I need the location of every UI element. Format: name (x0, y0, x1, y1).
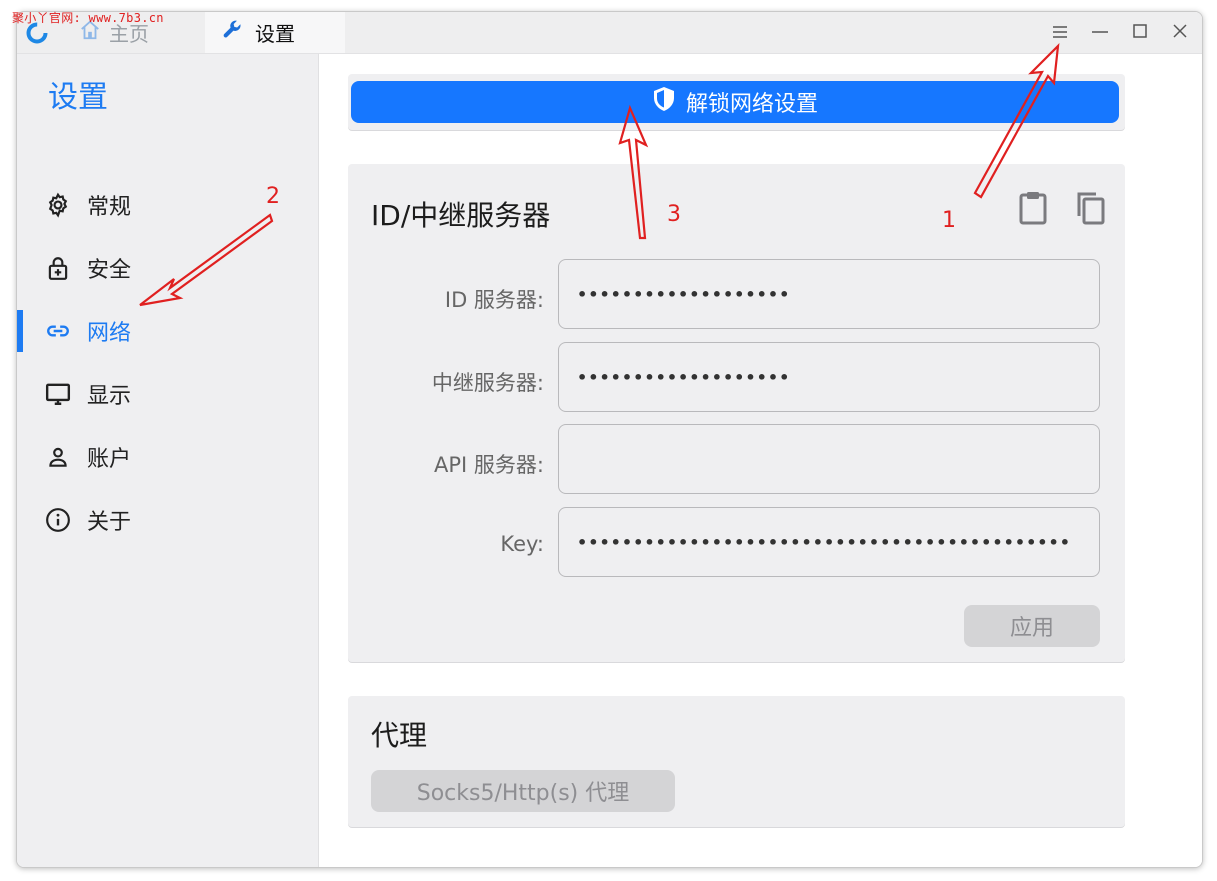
wrench-icon (221, 17, 247, 48)
sidebar-item-label: 网络 (87, 321, 132, 346)
server-card: ID/中继服务器 ID 服务器: ••••••••••••••••••• 中继服… (348, 164, 1125, 662)
annotation-label-3: 3 (667, 202, 681, 227)
relay-server-label: 中继服务器: (431, 371, 544, 395)
id-server-input[interactable]: ••••••••••••••••••• (558, 259, 1100, 329)
shield-icon (652, 86, 676, 118)
api-server-input[interactable] (558, 424, 1100, 494)
sidebar: 设置 常规 安全 网络 显示 账户 关于 (17, 54, 319, 867)
monitor-icon (45, 381, 71, 407)
sidebar-item-label: 显示 (87, 384, 132, 409)
menu-icon (1051, 24, 1069, 43)
link-icon (45, 318, 71, 344)
unlock-label: 解锁网络设置 (685, 92, 818, 117)
minimize-icon (1091, 24, 1109, 43)
minimize-button[interactable] (1087, 20, 1113, 46)
sidebar-item-account[interactable]: 账户 (17, 432, 318, 482)
close-icon (1172, 23, 1188, 43)
sidebar-item-about[interactable]: 关于 (17, 495, 318, 545)
annotation-label-1: 1 (942, 208, 956, 233)
app-window: 主页 设置 设置 常规 安全 网络 显示 账户 关于 解锁网络设置 ID/中继服… (16, 11, 1203, 868)
clipboard-icon[interactable] (1017, 190, 1049, 226)
maximize-icon (1132, 23, 1148, 43)
sidebar-item-label: 关于 (87, 510, 132, 535)
sidebar-item-label: 安全 (87, 258, 132, 283)
socks5-proxy-button[interactable]: Socks5/Http(s) 代理 (371, 770, 675, 812)
key-input[interactable]: ••••••••••••••••••••••••••••••••••••••••… (558, 507, 1100, 577)
unlock-network-settings-button[interactable]: 解锁网络设置 (351, 81, 1119, 123)
apply-button[interactable]: 应用 (964, 605, 1100, 647)
watermark-text: 聚小丫官网: www.7b3.cn (12, 11, 164, 25)
lock-icon (45, 255, 71, 281)
tab-settings[interactable]: 设置 (205, 12, 345, 53)
id-server-label: ID 服务器: (444, 288, 544, 312)
sidebar-item-network[interactable]: 网络 (17, 306, 318, 356)
title-bar: 主页 设置 (17, 12, 1202, 54)
gear-icon (45, 192, 71, 218)
proxy-card-title: 代理 (371, 719, 428, 752)
user-icon (45, 444, 71, 470)
copy-icon[interactable] (1075, 190, 1107, 226)
proxy-card: 代理 Socks5/Http(s) 代理 (348, 696, 1125, 827)
sidebar-item-display[interactable]: 显示 (17, 369, 318, 419)
key-label: Key: (500, 532, 544, 556)
api-server-label: API 服务器: (434, 453, 544, 477)
maximize-button[interactable] (1127, 20, 1153, 46)
annotation-label-2: 2 (266, 184, 280, 209)
server-card-title: ID/中继服务器 (371, 199, 551, 232)
sidebar-title: 设置 (48, 80, 108, 115)
unlock-card: 解锁网络设置 (348, 74, 1125, 130)
menu-button[interactable] (1047, 20, 1073, 46)
close-button[interactable] (1167, 20, 1193, 46)
sidebar-item-label: 账户 (87, 447, 132, 472)
tab-settings-label: 设置 (255, 22, 295, 46)
sidebar-item-label: 常规 (87, 195, 132, 220)
relay-server-input[interactable]: ••••••••••••••••••• (558, 342, 1100, 412)
sidebar-item-security[interactable]: 安全 (17, 243, 318, 293)
settings-content: 解锁网络设置 ID/中继服务器 ID 服务器: ••••••••••••••••… (319, 54, 1202, 867)
info-icon (45, 507, 71, 533)
